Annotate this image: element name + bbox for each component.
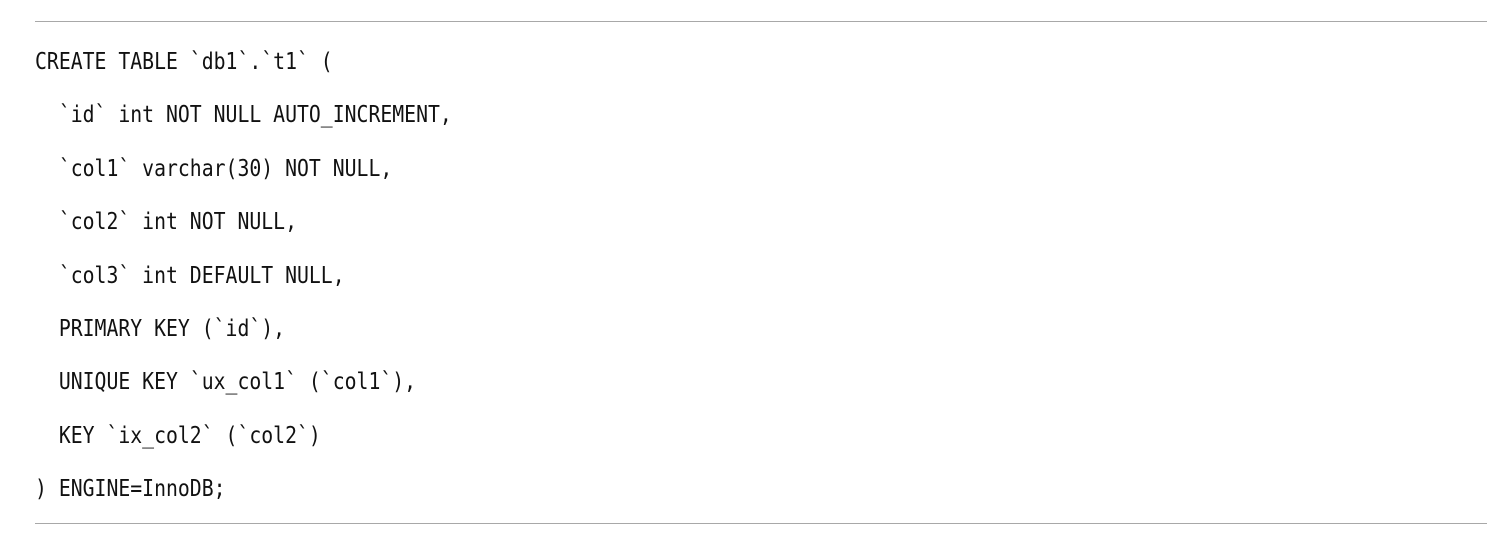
code-line: `col3` int DEFAULT NULL, xyxy=(35,262,345,289)
code-line: CREATE TABLE `db1`.`t1` ( xyxy=(35,49,333,75)
code-line: `id` int NOT NULL AUTO_INCREMENT, xyxy=(35,102,452,129)
code-line: ) ENGINE=InnoDB; xyxy=(35,476,226,503)
code-line: KEY `ix_col2` (`col2`) xyxy=(35,422,321,449)
code-line: `col1` varchar(30) NOT NULL, xyxy=(35,155,393,182)
top-divider xyxy=(35,21,1487,22)
code-line: PRIMARY KEY (`id`), xyxy=(35,315,286,342)
sql-code-block: CREATE TABLE `db1`.`t1` ( `id` int NOT N… xyxy=(35,36,520,517)
code-line: `col2` int NOT NULL, xyxy=(35,209,297,236)
code-line: UNIQUE KEY `ux_col1` (`col1`), xyxy=(35,369,417,396)
bottom-divider xyxy=(35,523,1487,524)
